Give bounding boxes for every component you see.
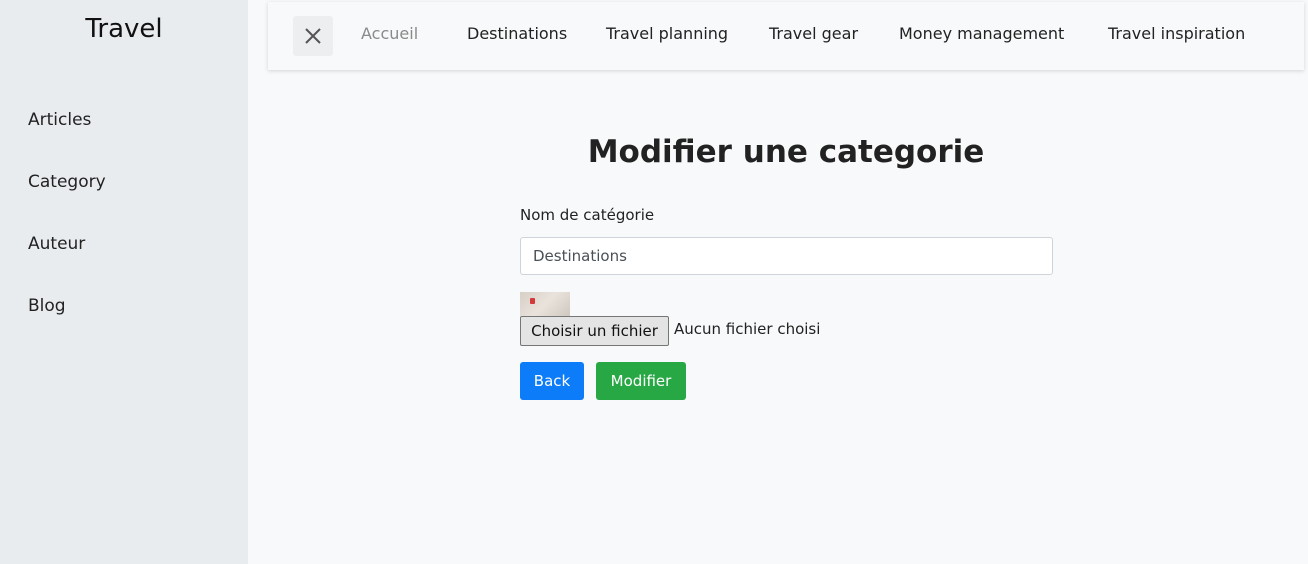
top-navbar: Accueil Destinations Travel planning Tra… <box>268 2 1304 70</box>
file-status-text: Aucun fichier choisi <box>674 320 821 338</box>
close-menu-button[interactable] <box>293 16 333 56</box>
back-button[interactable]: Back <box>520 362 584 400</box>
nav-link-travel-inspiration[interactable]: Travel inspiration <box>1108 24 1245 43</box>
sidebar-item-category[interactable]: Category <box>28 170 106 232</box>
sidebar-item-blog[interactable]: Blog <box>28 294 106 356</box>
category-image-thumbnail <box>520 292 570 316</box>
nav-link-travel-planning[interactable]: Travel planning <box>606 24 728 43</box>
brand-title: Travel <box>85 14 163 44</box>
modify-button[interactable]: Modifier <box>596 362 686 400</box>
sidebar-item-articles[interactable]: Articles <box>28 108 106 170</box>
sidebar-item-auteur[interactable]: Auteur <box>28 232 106 294</box>
sidebar-nav: Articles Category Auteur Blog <box>28 108 106 356</box>
close-icon <box>305 28 321 44</box>
nav-link-destinations[interactable]: Destinations <box>467 24 567 43</box>
page-title: Modifier une categorie <box>587 134 985 170</box>
nav-link-accueil[interactable]: Accueil <box>361 24 418 43</box>
choose-file-button[interactable]: Choisir un fichier <box>520 316 669 346</box>
sidebar: Travel Articles Category Auteur Blog <box>0 0 248 564</box>
thumbnail-mark <box>530 298 535 304</box>
category-name-input[interactable] <box>520 237 1053 275</box>
nav-link-money-management[interactable]: Money management <box>899 24 1064 43</box>
category-name-label: Nom de catégorie <box>520 206 655 224</box>
nav-link-travel-gear[interactable]: Travel gear <box>769 24 858 43</box>
